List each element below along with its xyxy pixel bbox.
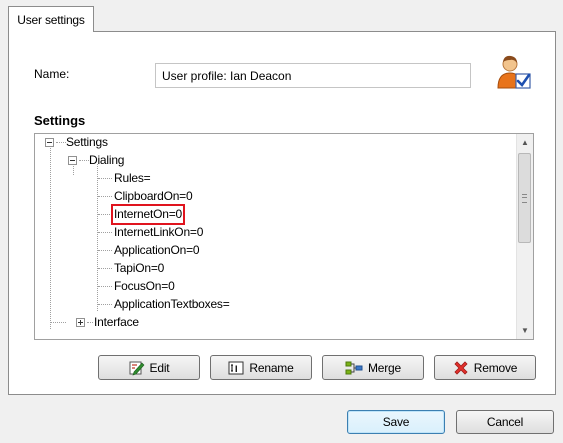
scroll-up-icon[interactable]: ▲ [517, 134, 533, 151]
remove-label: Remove [473, 360, 518, 375]
merge-icon [345, 361, 363, 374]
tree-item-focus-on[interactable]: FocusOn=0 [114, 279, 175, 294]
tree-item-tapi-on[interactable]: TapiOn=0 [114, 261, 164, 276]
cancel-label: Cancel [486, 415, 524, 429]
tree-item-application-on[interactable]: ApplicationOn=0 [114, 243, 200, 258]
tree-node-dialing[interactable]: Dialing [89, 153, 124, 168]
collapse-settings-icon[interactable] [45, 138, 54, 147]
name-field[interactable]: User profile: Ian Deacon [155, 63, 471, 88]
collapse-dialing-icon[interactable] [68, 156, 77, 165]
rename-label: Rename [249, 360, 294, 375]
settings-tree[interactable]: Settings Dialing Rules= ClipboardOn=0 In… [34, 133, 534, 340]
tab-user-settings[interactable]: User settings [8, 6, 94, 32]
tree-item-internet-on[interactable]: InternetOn=0 [111, 204, 185, 225]
user-check-icon [497, 55, 531, 89]
remove-icon [454, 360, 468, 375]
settings-heading: Settings [34, 113, 86, 128]
name-label: Name: [34, 67, 70, 81]
merge-button[interactable]: Merge [322, 355, 424, 380]
settings-panel: Name: User profile: Ian Deacon Settings … [8, 31, 556, 395]
tree-scrollbar[interactable]: ▲ ▼ [516, 134, 533, 339]
tree-item-clipboard-on[interactable]: ClipboardOn=0 [114, 189, 193, 204]
scroll-down-icon[interactable]: ▼ [517, 322, 533, 339]
save-label: Save [382, 415, 410, 429]
tree-node-settings[interactable]: Settings [66, 135, 108, 150]
edit-button[interactable]: Edit [98, 355, 200, 380]
edit-label: Edit [149, 360, 170, 375]
cancel-button[interactable]: Cancel [456, 410, 554, 434]
svg-text:I: I [235, 364, 237, 374]
tab-label: User settings [17, 12, 85, 27]
rename-icon: I [228, 361, 244, 374]
remove-button[interactable]: Remove [434, 355, 536, 380]
save-button[interactable]: Save [347, 410, 445, 434]
rename-button[interactable]: I Rename [210, 355, 312, 380]
merge-label: Merge [367, 360, 401, 375]
edit-icon [129, 361, 144, 375]
tree-node-interface[interactable]: Interface [94, 315, 139, 330]
tree-item-application-textboxes[interactable]: ApplicationTextboxes= [114, 297, 230, 312]
expand-interface-icon[interactable] [76, 318, 85, 327]
tree-item-rules[interactable]: Rules= [114, 171, 151, 186]
scroll-thumb[interactable] [518, 153, 531, 243]
tree-item-internet-link-on[interactable]: InternetLinkOn=0 [114, 225, 203, 240]
